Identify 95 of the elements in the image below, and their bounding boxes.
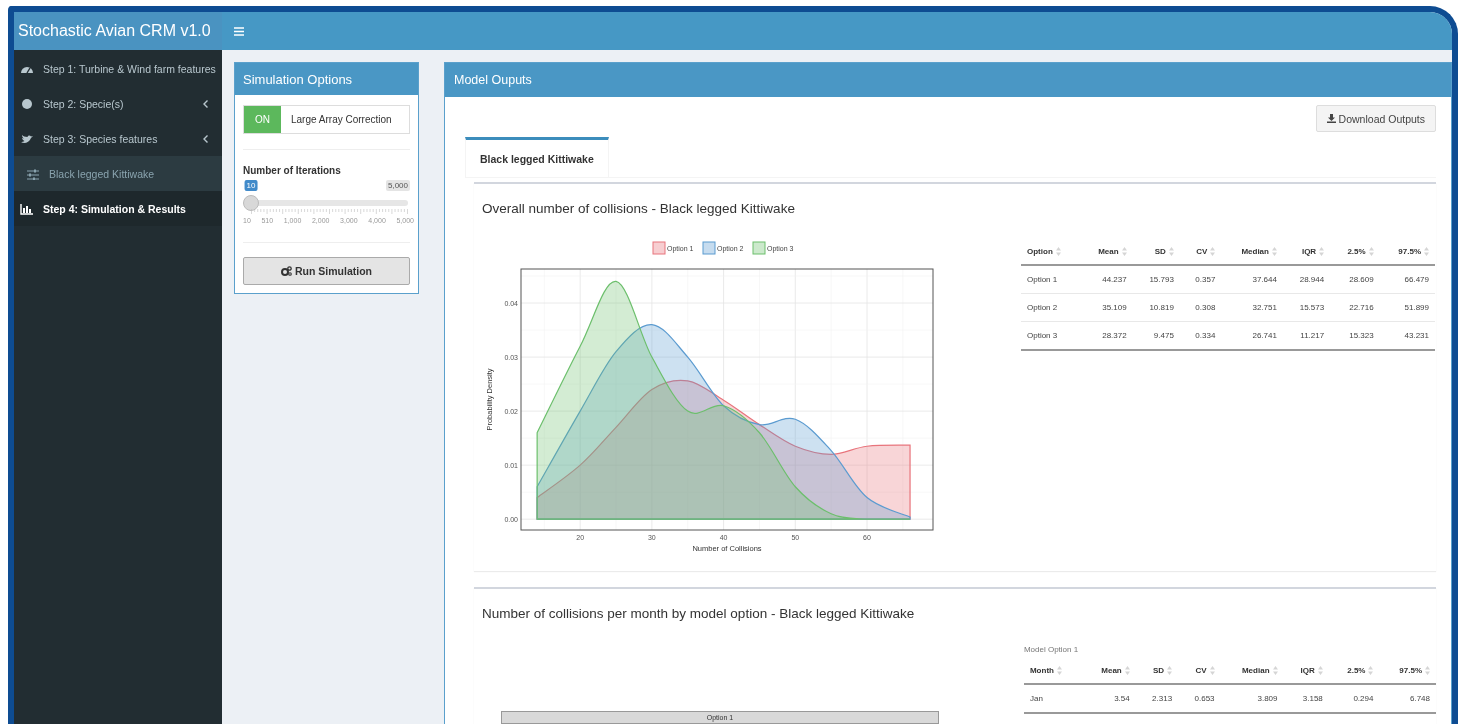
sidebar-item[interactable]: Step 1: Turbine & Wind farm features [14, 51, 222, 86]
bar-chart-icon [20, 202, 34, 215]
sort-icon [1424, 247, 1429, 257]
table-cell: 0.308 [1179, 293, 1222, 322]
table-cell: Jan [1023, 684, 1083, 714]
table-cell: 35.109 [1080, 293, 1133, 322]
sidebar-item[interactable]: Step 4: Simulation & Results [14, 191, 222, 226]
column-header[interactable]: 97.5% [1399, 666, 1422, 675]
sort-icon [1271, 247, 1277, 257]
sort-icon [1317, 666, 1323, 676]
download-button[interactable]: Download Outputs [1315, 105, 1436, 132]
column-header[interactable]: CV [1195, 666, 1207, 675]
column-header[interactable]: 2.5% [1347, 666, 1366, 675]
menu-toggle-button[interactable] [234, 26, 244, 36]
sidebar-item[interactable]: Black legged Kittiwake [14, 156, 222, 191]
legend-key [702, 241, 716, 255]
sort-icon [1368, 247, 1374, 257]
table-cell: 2.313 [1135, 684, 1179, 714]
section-title: Number of collisions per month by model option - Black legged Kittiwake [482, 606, 916, 623]
section-title: Overall number of collisions - Black legged Kittiwake [482, 201, 796, 218]
table-cell: 3.158 [1283, 684, 1329, 714]
slider-max: 5,000 [385, 180, 410, 191]
table-cell: 10.819 [1132, 293, 1180, 322]
panel-title: Model Ouputs [445, 63, 1451, 97]
tab[interactable]: Black legged Kittiwake [465, 137, 609, 177]
column-header[interactable]: SD [1153, 666, 1165, 675]
column-header[interactable]: IQR [1300, 666, 1315, 675]
table-caption: Model Option 1 [1023, 645, 1080, 654]
sort-icon [1319, 247, 1325, 257]
table-cell: 44.237 [1080, 265, 1133, 294]
table-cell: 28.372 [1080, 321, 1133, 351]
sort-icon [1272, 666, 1278, 676]
table-cell: 0.653 [1178, 684, 1221, 714]
table-cell: 22.716 [1330, 293, 1380, 322]
table-cell: 43.231 [1379, 321, 1435, 351]
sort-icon [1055, 247, 1061, 257]
panel-title: Simulation Options [235, 63, 418, 95]
table-cell: 6.748 [1379, 684, 1436, 714]
sliders-icon [26, 167, 40, 180]
sort-icon [1210, 247, 1216, 257]
sort-icon [1056, 666, 1062, 676]
table-cell: 15.573 [1282, 293, 1331, 322]
slider-thumb[interactable] [243, 195, 259, 211]
table-cell: 15.793 [1132, 265, 1180, 294]
column-header[interactable]: 2.5% [1347, 247, 1366, 256]
table-cell: 3.809 [1220, 684, 1284, 714]
table-cell: Option 3 [1021, 321, 1081, 351]
table-cell: 0.357 [1179, 265, 1222, 294]
sort-icon [1167, 666, 1173, 676]
table-cell: 3.54 [1082, 684, 1136, 714]
table-cell: 15.323 [1330, 321, 1380, 351]
table-cell: 32.751 [1221, 293, 1283, 322]
table-cell: 66.479 [1379, 265, 1435, 294]
column-header[interactable]: SD [1154, 247, 1166, 256]
table-cell: 51.899 [1379, 293, 1435, 322]
column-header[interactable]: Option [1027, 247, 1053, 256]
table-cell: 37.644 [1221, 265, 1283, 294]
sort-icon [1124, 666, 1130, 676]
column-header[interactable]: CV [1196, 247, 1208, 256]
column-header[interactable]: IQR [1301, 247, 1317, 256]
slider[interactable] [243, 195, 408, 211]
column-header[interactable]: Median [1241, 247, 1269, 256]
download-icon [1326, 114, 1336, 123]
table-cell: 28.944 [1282, 265, 1331, 294]
table-cell: 0.334 [1179, 321, 1222, 351]
column-header[interactable]: Mean [1101, 666, 1122, 675]
toggle-switch[interactable]: ON Large Array Correction [243, 105, 410, 134]
column-header[interactable]: Median [1241, 666, 1270, 675]
table-cell: 26.741 [1221, 321, 1283, 351]
table-cell: 28.609 [1330, 265, 1380, 294]
bird-icon [20, 132, 34, 145]
gears-icon [281, 266, 292, 276]
sort-icon [1368, 666, 1374, 676]
sort-icon [1121, 247, 1127, 257]
column-header[interactable]: Month [1029, 666, 1054, 675]
sidebar-item[interactable]: Step 3: Species features [14, 121, 222, 156]
slider-value: 10 [244, 180, 258, 191]
legend-key [752, 241, 766, 255]
table-cell: Option 2 [1021, 293, 1081, 322]
table-cell: 11.217 [1282, 321, 1331, 351]
run-simulation-button[interactable]: Run Simulation [243, 257, 410, 285]
table-cell: 9.475 [1132, 321, 1180, 351]
circle-icon [20, 97, 34, 110]
legend-key [652, 241, 666, 255]
table-cell: Option 1 [1021, 265, 1081, 294]
app-title: Stochastic Avian CRM v1.0 [14, 12, 222, 50]
table-cell: 0.294 [1328, 684, 1380, 714]
sort-icon [1209, 666, 1215, 676]
column-header[interactable]: 97.5% [1398, 247, 1421, 256]
slider-label: Number of Iterations [243, 165, 342, 176]
sort-icon [1168, 247, 1174, 257]
sort-icon [1425, 666, 1430, 676]
column-header[interactable]: Mean [1098, 247, 1119, 256]
sidebar-item[interactable]: Step 2: Specie(s) [14, 86, 222, 121]
menu-icon [234, 26, 244, 36]
